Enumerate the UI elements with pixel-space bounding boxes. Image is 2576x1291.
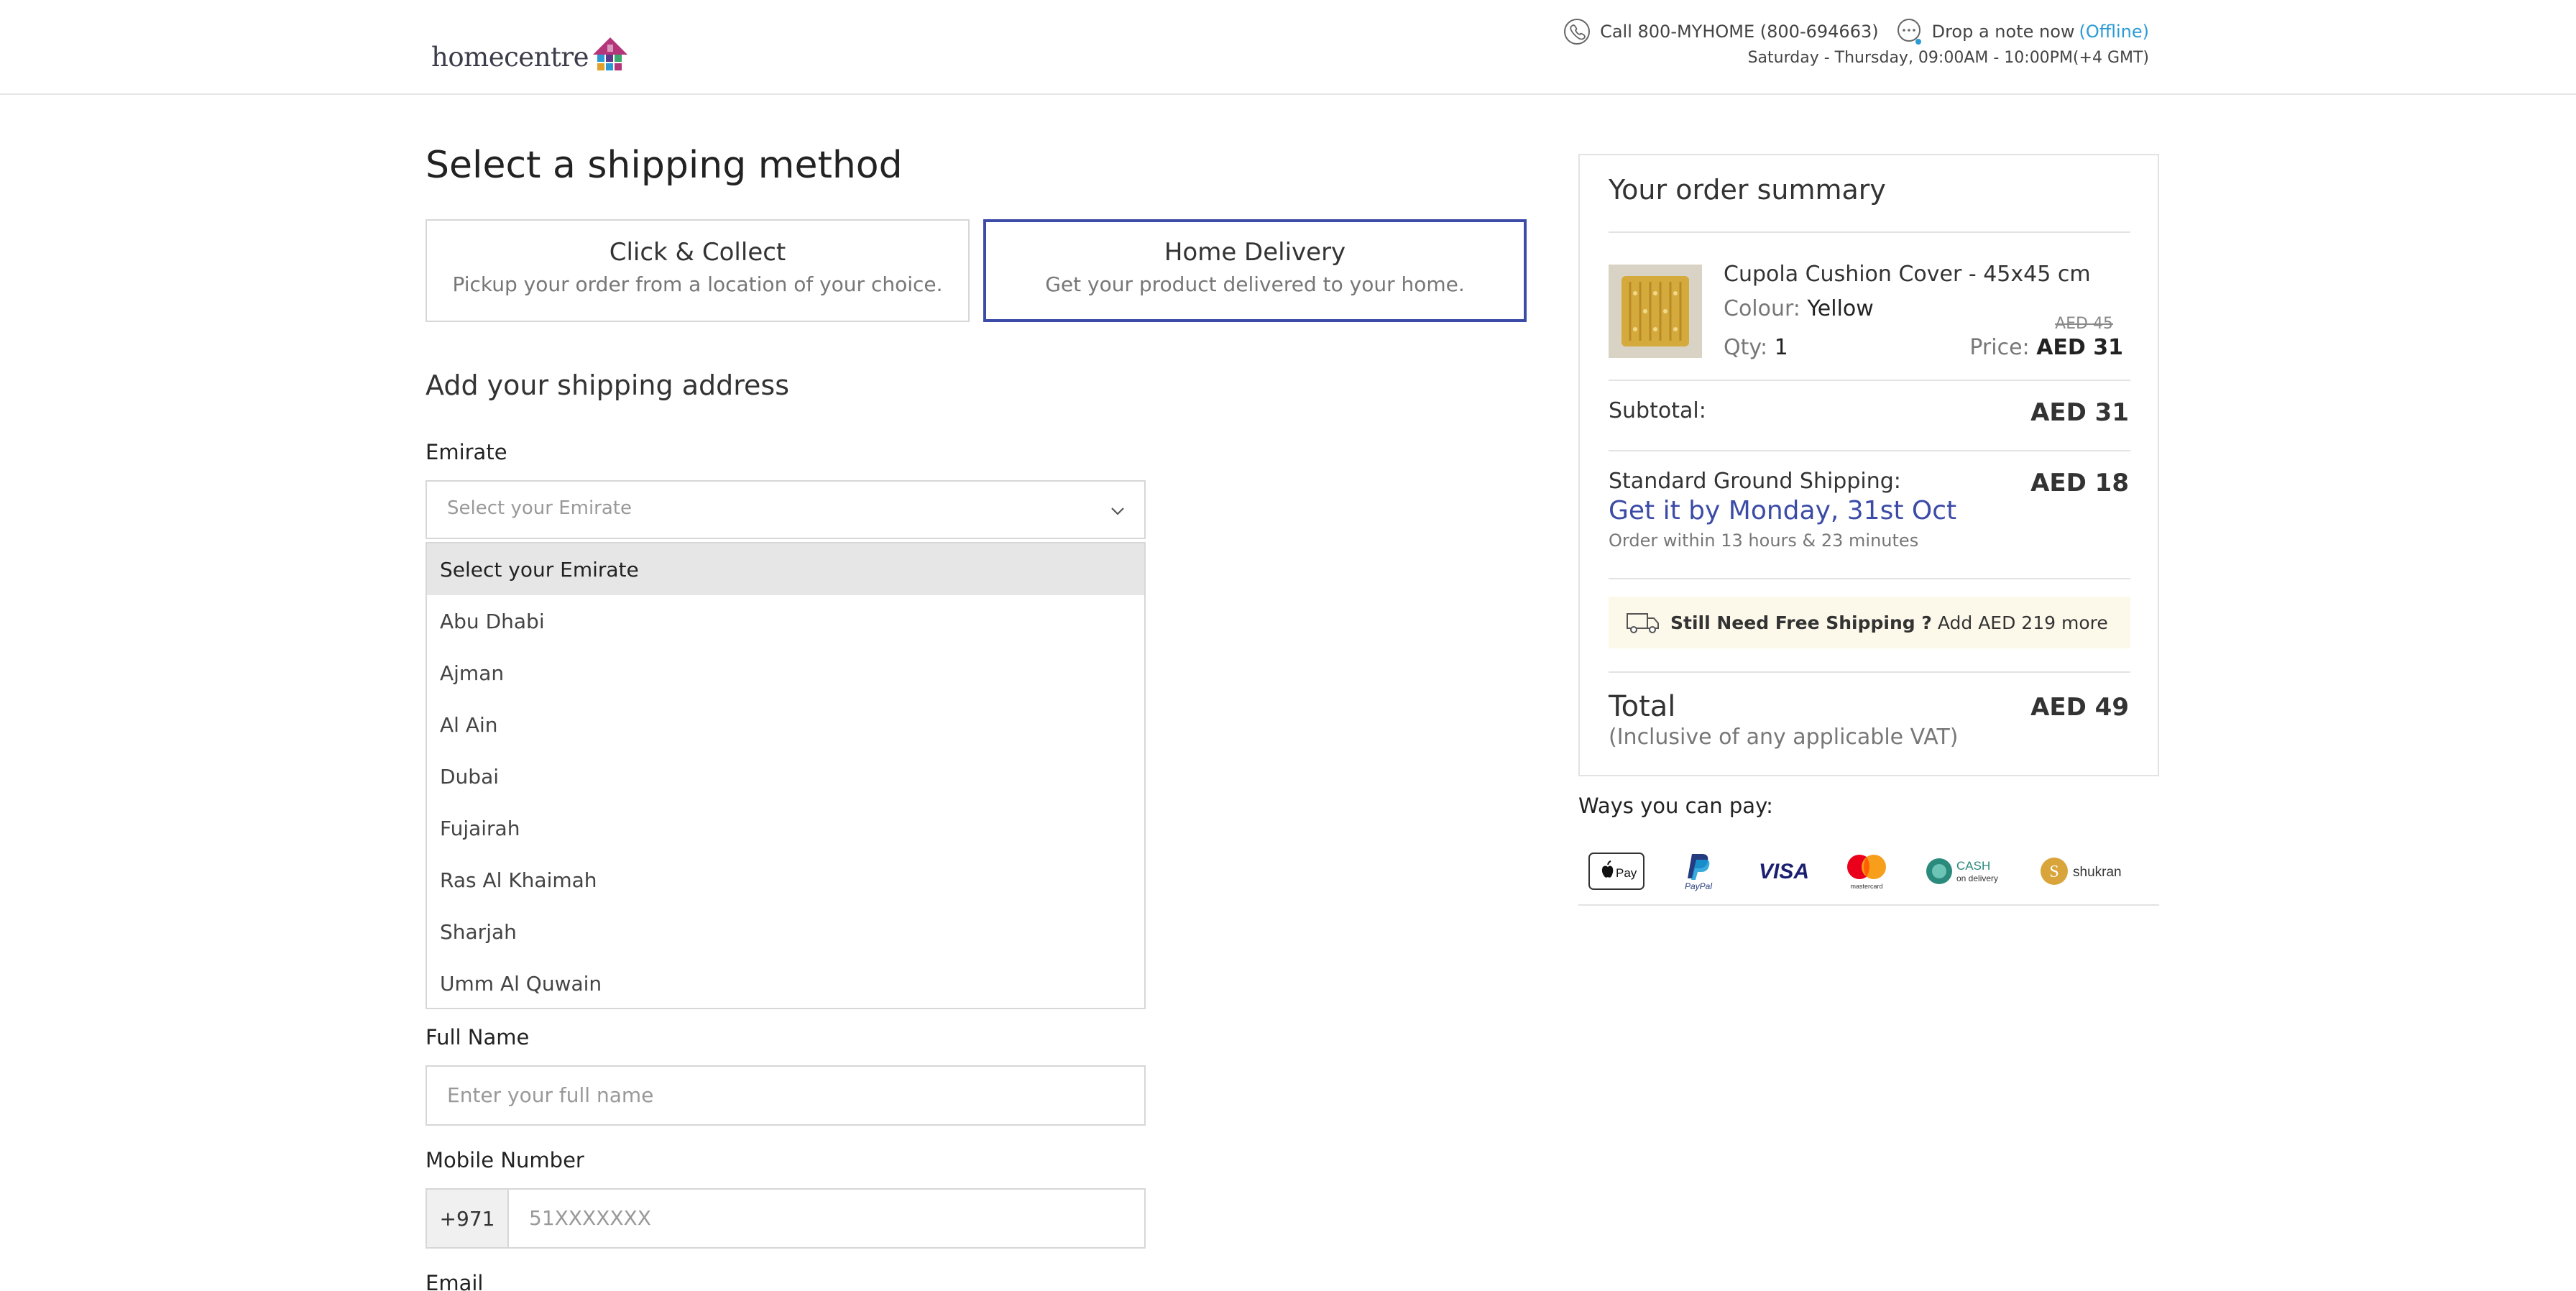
qty-label: Qty: (1724, 335, 1768, 360)
svg-text:S: S (2049, 863, 2058, 881)
mastercard-logo: mastercard (1840, 851, 1893, 891)
contact-bar: Call 800-MYHOME (800-694663) Drop a note… (1563, 17, 2149, 46)
emirate-option[interactable]: Fujairah (427, 802, 1144, 854)
cod-subtext: on delivery (1956, 873, 1998, 883)
cushion-image (1609, 265, 1702, 358)
shukran-text: shukran (2073, 865, 2122, 880)
page-title: Select a shipping method (426, 144, 903, 187)
emirate-option[interactable]: Sharjah (427, 906, 1144, 957)
shukran-logo: S shukran (2038, 851, 2125, 891)
emirate-dropdown-list: Select your Emirate Abu Dhabi Ajman Al A… (426, 542, 1146, 1009)
mobile-label: Mobile Number (426, 1148, 584, 1172)
fullname-placeholder: Enter your full name (447, 1083, 654, 1107)
emirate-option[interactable]: Dubai (427, 750, 1144, 802)
total-value: AED 49 (2030, 693, 2129, 722)
divider (1609, 231, 2130, 233)
apple-pay-text: Pay (1616, 866, 1637, 880)
cod-text: CASH (1956, 859, 1990, 873)
order-cutoff: Order within 13 hours & 23 minutes (1609, 530, 1919, 551)
site-header: homecentre Call 800-MYHOME (800-694663) (0, 0, 2576, 95)
free-shipping-banner: Still Need Free Shipping ? Add AED 219 m… (1609, 597, 2130, 648)
logo-text: homecentre (431, 42, 589, 73)
emirate-option[interactable]: Umm Al Quwain (427, 957, 1144, 1009)
free-shipping-title: Still Need Free Shipping ? (1670, 612, 1932, 633)
product-colour: Colour: Yellow (1724, 296, 1874, 321)
price-label: Price: (1969, 335, 2030, 360)
cash-on-delivery-logo: CASH on delivery (1925, 851, 2011, 891)
divider (1609, 671, 2130, 673)
divider (1609, 450, 2130, 451)
phone-icon (1564, 19, 1591, 45)
fullname-input[interactable]: Enter your full name (426, 1065, 1146, 1126)
summary-title: Your order summary (1609, 174, 1886, 206)
colour-label: Colour: (1724, 296, 1800, 321)
product-qty: Qty: 1 (1724, 335, 1788, 360)
country-code: +971 (427, 1190, 509, 1247)
shipping-label: Standard Ground Shipping: (1609, 469, 1901, 494)
option-subtitle: Pickup your order from a location of you… (452, 272, 943, 296)
payment-methods-title: Ways you can pay: (1578, 794, 1773, 818)
mobile-input[interactable]: +971 51XXXXXXX (426, 1188, 1146, 1249)
chat-icon (1897, 19, 1921, 45)
mobile-placeholder: 51XXXXXXX (529, 1206, 651, 1230)
visa-logo: VISA (1755, 851, 1813, 891)
visa-text: VISA (1759, 860, 1809, 883)
original-price: AED 45 (2055, 315, 2113, 333)
homecentre-logo[interactable]: homecentre (431, 27, 629, 70)
subtotal-label: Subtotal: (1609, 398, 1706, 423)
subtotal-value: AED 31 (2030, 398, 2129, 427)
emirate-label: Emirate (426, 440, 507, 464)
click-collect-option[interactable]: Click & Collect Pickup your order from a… (426, 219, 970, 322)
option-title: Home Delivery (1164, 238, 1346, 267)
emirate-option[interactable]: Ajman (427, 647, 1144, 699)
product-thumbnail[interactable] (1609, 265, 1702, 358)
divider (1609, 380, 2130, 381)
logo-house-icon (593, 37, 627, 70)
chevron-down-icon (1111, 507, 1124, 515)
qty-value: 1 (1774, 335, 1788, 360)
delivery-date: Get it by Monday, 31st Oct (1609, 496, 1957, 525)
emirate-option[interactable]: Al Ain (427, 699, 1144, 750)
drop-note-link[interactable]: Drop a note now (1932, 22, 2075, 42)
address-section-title: Add your shipping address (426, 369, 789, 401)
vat-note: (Inclusive of any applicable VAT) (1609, 725, 1959, 750)
phone-link[interactable]: Call 800-MYHOME (800-694663) (1600, 22, 1879, 42)
emirate-option[interactable]: Abu Dhabi (427, 595, 1144, 647)
shipping-value: AED 18 (2030, 469, 2129, 497)
option-title: Click & Collect (609, 238, 786, 267)
product-name[interactable]: Cupola Cushion Cover - 45x45 cm (1724, 262, 2091, 287)
option-subtitle: Get your product delivered to your home. (1045, 272, 1465, 296)
emirate-option[interactable]: Select your Emirate (427, 543, 1144, 595)
order-summary: Your order summary Cupola Cushion Cover … (1578, 154, 2159, 776)
divider (1609, 578, 2130, 579)
chat-status: (Offline) (2079, 22, 2149, 42)
paypal-logo: PayPal (1676, 851, 1721, 891)
apple-pay-logo: Pay (1588, 851, 1644, 891)
payment-methods: Pay PayPal VISA mastercard CASH on deliv… (1578, 841, 2159, 906)
fullname-label: Full Name (426, 1025, 530, 1049)
free-shipping-text: Add AED 219 more (1937, 612, 2108, 633)
total-label: Total (1609, 690, 1676, 723)
emirate-option[interactable]: Ras Al Khaimah (427, 854, 1144, 906)
home-delivery-option[interactable]: Home Delivery Get your product delivered… (983, 219, 1527, 322)
price-value: AED 31 (2036, 335, 2123, 360)
checkout-page: homecentre Call 800-MYHOME (800-694663) (0, 0, 2576, 1291)
email-label: Email (426, 1271, 484, 1291)
emirate-select[interactable]: Select your Emirate (426, 480, 1146, 539)
support-hours: Saturday - Thursday, 09:00AM - 10:00PM(+… (1747, 49, 2149, 67)
mastercard-text: mastercard (1850, 883, 1882, 890)
colour-value: Yellow (1807, 296, 1874, 321)
product-price: Price: AED 31 (1969, 335, 2123, 360)
emirate-select-value: Select your Emirate (447, 497, 632, 519)
truck-icon (1627, 613, 1659, 633)
paypal-text: PayPal (1685, 881, 1712, 891)
